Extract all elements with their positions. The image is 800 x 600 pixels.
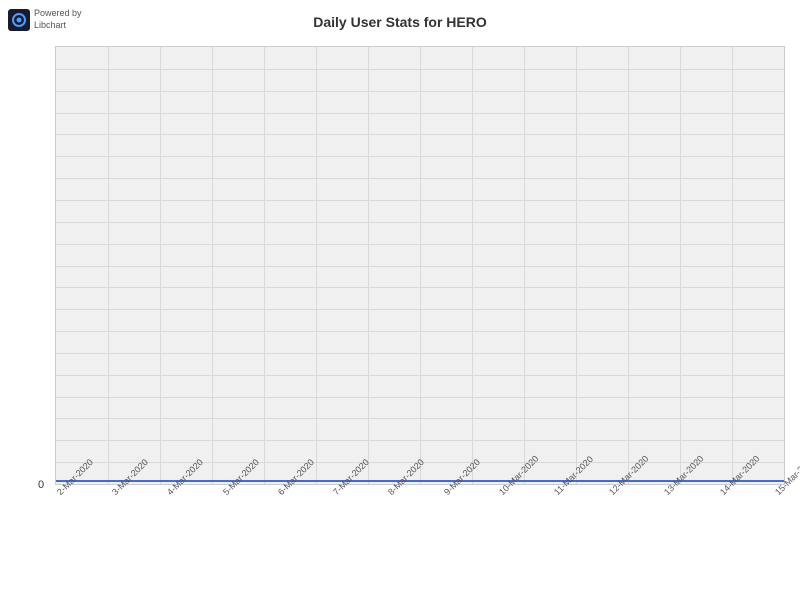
chart-title: Daily User Stats for HERO (0, 14, 800, 30)
chart-background (56, 47, 784, 484)
y-axis-zero-label: 0 (38, 479, 44, 491)
chart-plot-area (55, 46, 785, 485)
chart-container: Powered byLibchart Daily User Stats for … (0, 0, 800, 600)
x-axis-labels: 2-Mar-20203-Mar-20204-Mar-20205-Mar-2020… (55, 490, 785, 590)
